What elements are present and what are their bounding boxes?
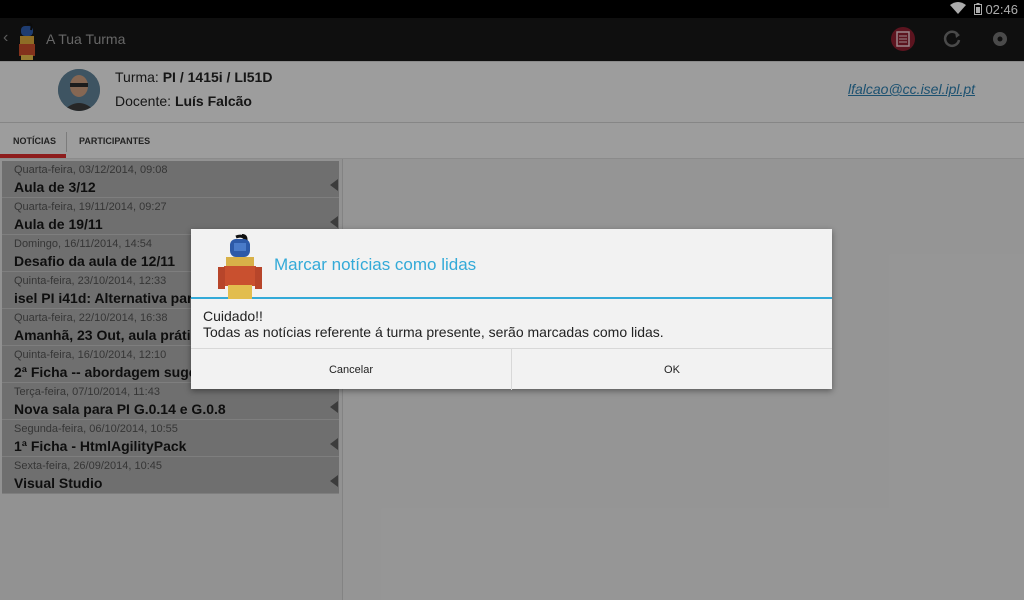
dialog-warning: Cuidado!!: [203, 308, 263, 324]
mark-read-dialog: Marcar notícias como lidas Cuidado!! Tod…: [191, 229, 832, 390]
dialog-title: Marcar notícias como lidas: [274, 255, 477, 274]
dialog-message: Cuidado!! Todas as notícias referente á …: [203, 308, 664, 340]
dialog-header: Marcar notícias como lidas: [191, 229, 832, 299]
cancel-button[interactable]: Cancelar: [191, 349, 511, 390]
ok-button[interactable]: OK: [512, 349, 832, 390]
dialog-buttons: Cancelar OK: [191, 348, 832, 390]
app-logo-icon: [218, 234, 262, 299]
dialog-body-text: Todas as notícias referente á turma pres…: [203, 324, 664, 340]
